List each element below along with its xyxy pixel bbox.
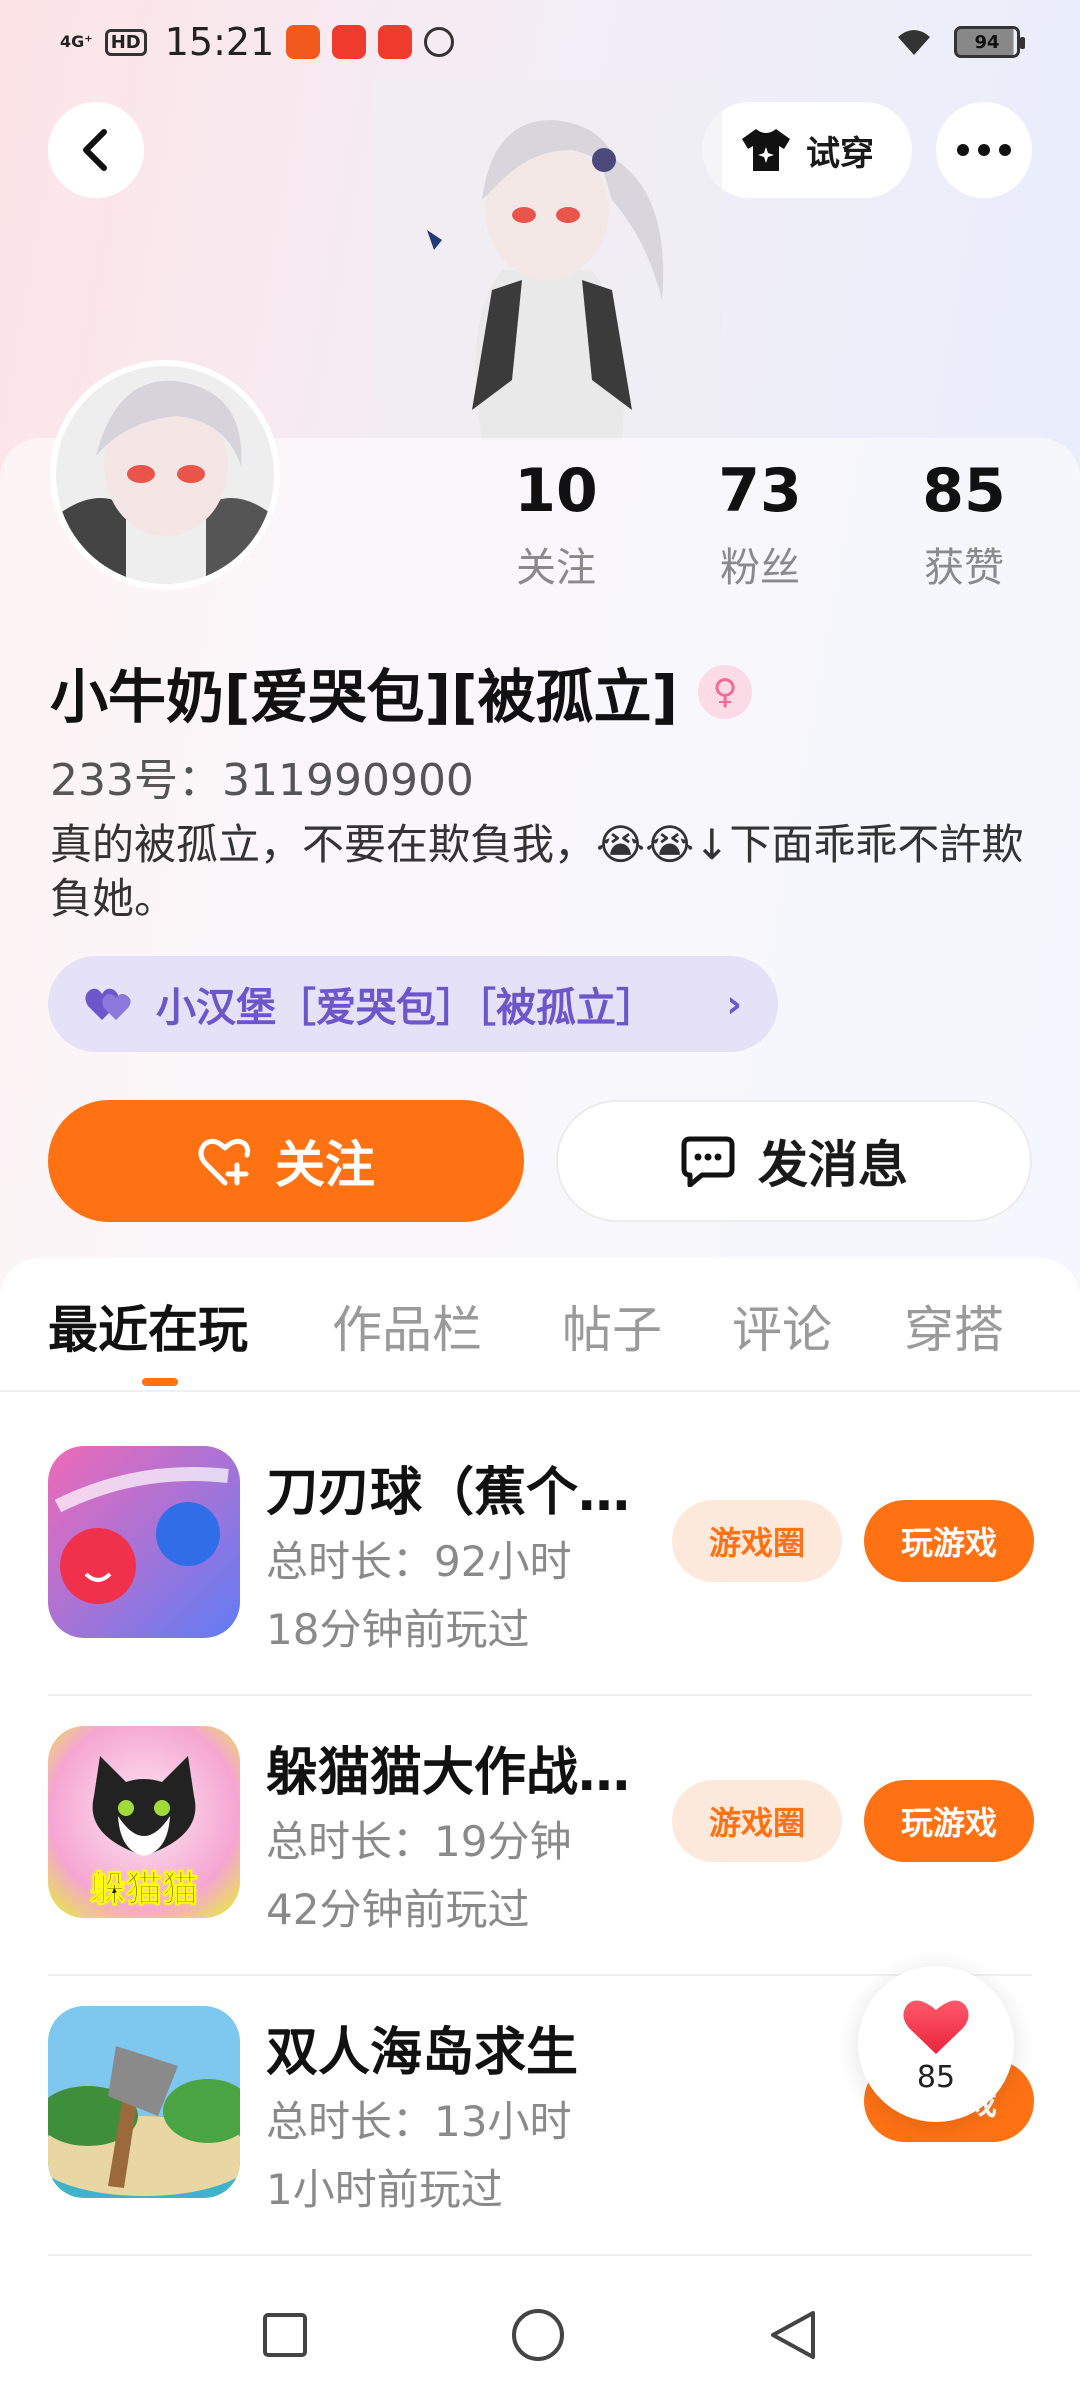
follow-button[interactable]: 关注 bbox=[48, 1100, 524, 1222]
wifi-icon bbox=[898, 30, 930, 55]
game-title: 刀刃球（蕉个… bbox=[266, 1463, 631, 1523]
more-dots-icon bbox=[957, 144, 1011, 156]
stat-likes[interactable]: 85 获赞 bbox=[884, 455, 1044, 593]
try-on-label: 试穿 bbox=[806, 133, 874, 174]
notification-app-icon bbox=[332, 25, 367, 59]
notification-app-icon bbox=[424, 27, 455, 57]
hd-badge: HD bbox=[104, 28, 147, 56]
tab-posts[interactable]: 帖子 bbox=[562, 1290, 662, 1362]
game-icon-blade-ball[interactable] bbox=[48, 1446, 240, 1638]
status-time: 15:21 bbox=[164, 20, 275, 64]
game-last-played: 18分钟前玩过 bbox=[266, 1605, 530, 1654]
game-last-played: 42分钟前玩过 bbox=[266, 1885, 530, 1934]
tab-works[interactable]: 作品栏 bbox=[332, 1290, 482, 1362]
back-nav-button[interactable] bbox=[767, 2307, 819, 2363]
stat-following[interactable]: 10 关注 bbox=[476, 455, 636, 593]
more-button[interactable] bbox=[936, 102, 1032, 198]
game-last-played: 1小时前玩过 bbox=[266, 2165, 503, 2214]
heart-icon bbox=[903, 2000, 969, 2054]
tshirt-icon bbox=[742, 129, 790, 171]
try-on-button[interactable]: 试穿 bbox=[702, 102, 912, 198]
status-bar: 4G⁺ HD 15:21 94 bbox=[0, 0, 1080, 84]
chevron-right-icon: › bbox=[726, 982, 742, 1026]
active-tab-indicator bbox=[142, 1378, 178, 1386]
stat-label: 获赞 bbox=[924, 545, 1004, 591]
stat-followers[interactable]: 73 粉丝 bbox=[680, 455, 840, 593]
avatar-image bbox=[56, 366, 274, 584]
notification-app-icon bbox=[286, 25, 321, 59]
notification-app-icon bbox=[378, 25, 413, 59]
female-gender-icon: ♀ bbox=[698, 665, 753, 719]
user-id[interactable]: 233号：311990900 bbox=[50, 744, 474, 808]
system-navigation-bar bbox=[0, 2270, 1080, 2400]
chevron-left-icon bbox=[83, 129, 107, 171]
back-button[interactable] bbox=[48, 102, 144, 198]
double-heart-icon bbox=[85, 988, 131, 1020]
relationship-label: 小汉堡［爱哭包］［被孤立］ bbox=[156, 985, 656, 1031]
like-count: 85 bbox=[916, 2059, 956, 2095]
tab-divider bbox=[0, 1390, 1080, 1392]
stat-value: 73 bbox=[718, 456, 802, 526]
avatar[interactable] bbox=[50, 360, 280, 590]
game-total-duration: 总时长：92小时 bbox=[266, 1537, 572, 1586]
home-button[interactable] bbox=[510, 2307, 566, 2363]
name-row: 小牛奶[爱哭包][被孤立] ♀ bbox=[50, 650, 753, 734]
game-icon-island-survival[interactable] bbox=[48, 2006, 240, 2198]
game-total-duration: 总时长：19分钟 bbox=[266, 1817, 572, 1866]
game-total-duration: 总时长：13小时 bbox=[266, 2097, 572, 2146]
play-game-button[interactable]: 玩游戏 bbox=[864, 1780, 1034, 1862]
game-title: 双人海岛求生 bbox=[266, 2023, 579, 2083]
game-cover-image bbox=[48, 2006, 240, 2198]
tab-outfits[interactable]: 穿搭 bbox=[904, 1290, 1004, 1362]
game-title: 躲猫猫大作战… bbox=[266, 1743, 631, 1803]
game-icon-hide-and-seek[interactable]: 躲猫猫 bbox=[48, 1726, 240, 1918]
game-circle-button[interactable]: 游戏圈 bbox=[672, 1500, 842, 1582]
game-list-item[interactable]: 躲猫猫 躲猫猫大作战… 总时长：19分钟 42分钟前玩过 游戏圈 玩游戏 bbox=[0, 1696, 1080, 1976]
stat-value: 10 bbox=[514, 456, 598, 526]
play-game-button[interactable]: 玩游戏 bbox=[864, 1500, 1034, 1582]
tab-comments[interactable]: 评论 bbox=[732, 1290, 832, 1362]
heart-plus-icon bbox=[198, 1138, 251, 1186]
row-divider bbox=[48, 2254, 1032, 2256]
message-label: 发消息 bbox=[758, 1136, 908, 1194]
game-icon-caption: 躲猫猫 bbox=[89, 1869, 198, 1911]
user-name: 小牛奶[爱哭包][被孤立] bbox=[50, 663, 679, 731]
recent-apps-button[interactable] bbox=[261, 2311, 309, 2359]
game-cover-image bbox=[48, 1446, 240, 1638]
stat-label: 粉丝 bbox=[720, 545, 800, 591]
game-circle-button[interactable]: 游戏圈 bbox=[672, 1780, 842, 1862]
stat-value: 85 bbox=[922, 456, 1006, 526]
stat-label: 关注 bbox=[516, 545, 596, 591]
chat-bubble-icon bbox=[681, 1136, 735, 1187]
follow-label: 关注 bbox=[275, 1136, 375, 1194]
message-button[interactable]: 发消息 bbox=[556, 1100, 1032, 1222]
user-bio: 真的被孤立，不要在欺負我，😭😭↓下面乖乖不許欺負她。 bbox=[50, 820, 1024, 923]
profile-tabs: 最近在玩 作品栏 帖子 评论 穿搭 bbox=[0, 1290, 1080, 1390]
floating-like-button[interactable]: 85 bbox=[858, 1966, 1014, 2122]
tab-recently-played[interactable]: 最近在玩 bbox=[48, 1290, 248, 1362]
relationship-tag[interactable]: 小汉堡［爱哭包］［被孤立］ › bbox=[48, 956, 778, 1052]
network-indicator: 4G⁺ bbox=[60, 32, 93, 51]
character-outfit-image[interactable] bbox=[372, 80, 722, 440]
game-list-item[interactable]: 刀刃球（蕉个… 总时长：92小时 18分钟前玩过 游戏圈 玩游戏 bbox=[0, 1416, 1080, 1696]
battery-icon: 94 bbox=[954, 26, 1025, 58]
